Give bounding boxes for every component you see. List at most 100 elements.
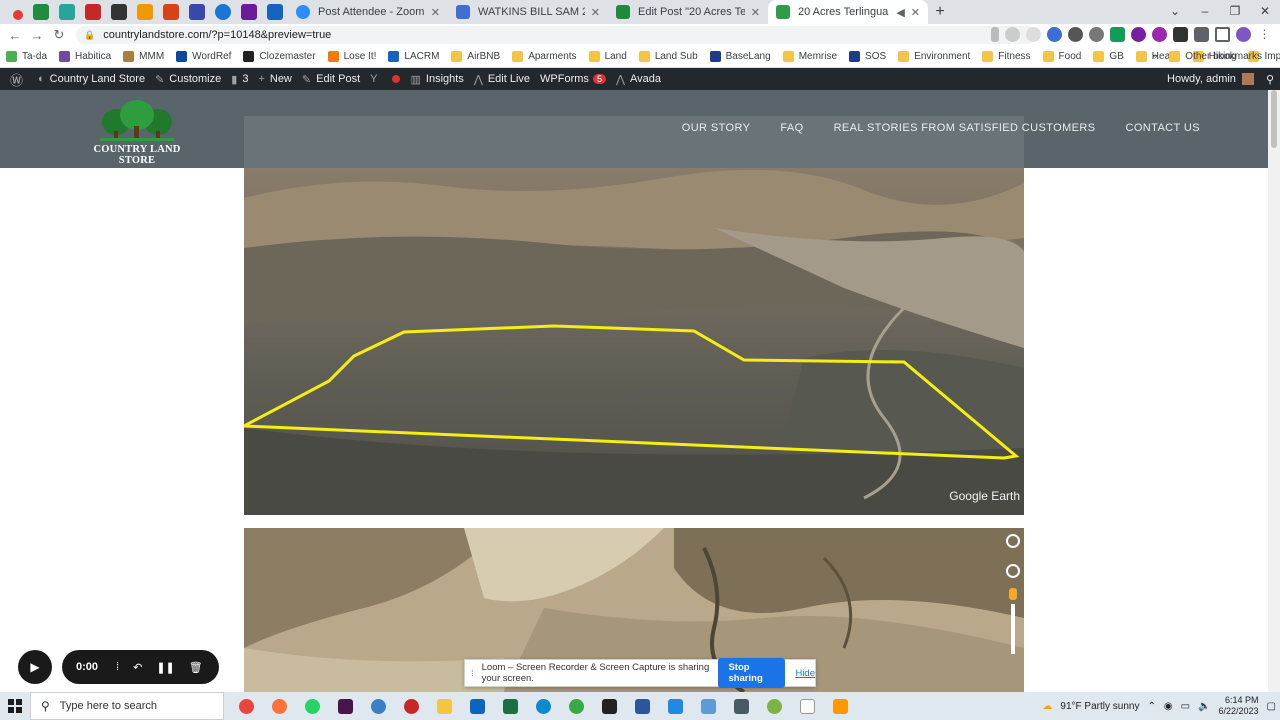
comments-link[interactable]: ▮ 3 xyxy=(231,73,248,86)
other-bookmarks-folder[interactable]: Other bookmarks xyxy=(1169,51,1262,62)
more-bookmarks-button[interactable]: » xyxy=(1152,51,1158,62)
calculator-app-icon[interactable] xyxy=(725,692,758,720)
trash-icon[interactable]: 🗑 xyxy=(189,661,203,674)
close-tab-icon[interactable]: ✕ xyxy=(591,6,600,19)
drawing-tool-icon[interactable]: ⁞ xyxy=(116,661,119,673)
slack-app-icon[interactable] xyxy=(329,692,362,720)
pinned-tab-icon[interactable] xyxy=(13,10,23,20)
bookmark-item[interactable]: AirBNB xyxy=(451,51,500,62)
bookmark-item[interactable]: Aparments xyxy=(512,51,577,62)
notifications-icon[interactable]: ▢ xyxy=(1267,701,1276,712)
customize-link[interactable]: ✎ Customize xyxy=(155,73,221,86)
start-button[interactable] xyxy=(0,699,30,713)
bookmark-item[interactable]: Memrise xyxy=(782,51,837,62)
bookmark-item[interactable]: MMM xyxy=(123,51,164,62)
location-icon[interactable]: ◉ xyxy=(1164,701,1173,712)
word-app-icon[interactable] xyxy=(626,692,659,720)
pinned-tab-icon[interactable] xyxy=(163,4,179,20)
reload-icon[interactable]: ↻ xyxy=(48,27,70,43)
bookmark-item[interactable]: Land Sub xyxy=(638,51,698,62)
outlook-app-icon[interactable] xyxy=(461,692,494,720)
file-explorer-icon[interactable] xyxy=(428,692,461,720)
zoom-slider[interactable] xyxy=(1011,604,1015,654)
extension-icon[interactable] xyxy=(1089,27,1104,42)
bookmark-item[interactable]: SOS xyxy=(849,51,886,62)
tilt-control-icon[interactable] xyxy=(1006,564,1020,578)
edit-live-link[interactable]: ⋀ Edit Live xyxy=(474,73,530,86)
network-icon[interactable]: ▭ xyxy=(1181,701,1190,712)
weather-text[interactable]: 91°F Partly sunny xyxy=(1060,701,1139,712)
street-view-pegman-icon[interactable] xyxy=(1009,588,1017,600)
close-window-icon[interactable]: ✕ xyxy=(1250,0,1280,22)
pinned-tab-icon[interactable] xyxy=(215,4,231,20)
howdy-admin-link[interactable]: Howdy, admin xyxy=(1167,73,1236,85)
edit-post-link[interactable]: ✎ Edit Post xyxy=(302,73,360,86)
pinned-tab-sheets-icon[interactable] xyxy=(33,4,49,20)
nav-contact-us[interactable]: CONTACT US xyxy=(1126,122,1201,134)
pinned-tab-icon[interactable] xyxy=(137,4,153,20)
bookmark-item[interactable]: Land xyxy=(588,51,627,62)
profile-avatar[interactable] xyxy=(1236,27,1251,42)
chevron-up-icon[interactable]: ⌃ xyxy=(1147,701,1155,712)
edge-app-icon[interactable] xyxy=(527,692,560,720)
extension-icon[interactable] xyxy=(1131,27,1146,42)
bookmark-item[interactable]: Fitness xyxy=(982,51,1031,62)
wordpress-logo-icon[interactable]: Ⓦ xyxy=(10,70,28,89)
wpforms-link[interactable]: WPForms 5 xyxy=(540,73,606,85)
clock[interactable]: 6:14 PM 6/22/2023 xyxy=(1219,695,1259,717)
app-icon[interactable] xyxy=(758,692,791,720)
mute-tab-icon[interactable]: ◀ xyxy=(896,6,904,19)
kebab-menu-icon[interactable]: ⋮ xyxy=(1257,27,1272,42)
back-icon[interactable]: ← xyxy=(4,28,26,43)
search-icon[interactable]: ⚲ xyxy=(1266,73,1274,86)
avatar[interactable] xyxy=(1241,73,1254,85)
tab-active-preview[interactable]: 20 Acres Terlingua Ranch Te ◀ ✕ xyxy=(768,0,928,24)
tab-watkins[interactable]: WATKINS BILL SAM 20 Acres Bre ✕ xyxy=(448,0,608,24)
app-icon[interactable] xyxy=(659,692,692,720)
page-scrollbar[interactable] xyxy=(1268,90,1280,692)
bookmark-item[interactable]: Environment xyxy=(898,51,970,62)
puzzle-icon[interactable] xyxy=(1194,27,1209,42)
app-icon[interactable] xyxy=(560,692,593,720)
bookmark-item[interactable]: Lose It! xyxy=(327,51,376,62)
bookmark-item[interactable]: Clozemaster xyxy=(243,51,316,62)
whatsapp-app-icon[interactable] xyxy=(296,692,329,720)
pinned-tab-icon[interactable] xyxy=(59,4,75,20)
bookmark-item[interactable]: WordRef xyxy=(176,51,231,62)
scrollbar-thumb[interactable] xyxy=(1271,90,1277,148)
taskbar-search-box[interactable]: ⚲ Type here to search xyxy=(30,692,224,720)
lock-icon[interactable]: 🔒 xyxy=(84,30,95,41)
pinned-tab-icon[interactable] xyxy=(85,4,101,20)
notepad-app-icon[interactable] xyxy=(791,692,824,720)
firefox-app-icon[interactable] xyxy=(263,692,296,720)
new-content-link[interactable]: + New xyxy=(258,73,291,85)
minimize-icon[interactable]: – xyxy=(1190,0,1220,22)
tab-edit-post[interactable]: Edit Post "20 Acres Terlingua Ran ✕ xyxy=(608,0,768,24)
bookmark-item[interactable]: Ta-da xyxy=(6,51,47,62)
site-name-link[interactable]: ◐ Country Land Store xyxy=(38,73,145,85)
bookmark-item[interactable]: LACRM xyxy=(388,51,439,62)
extension-icon[interactable] xyxy=(1152,27,1167,42)
mic-icon[interactable] xyxy=(991,27,999,42)
sidebar-icon[interactable] xyxy=(1215,27,1230,42)
weather-icon[interactable]: ☁ xyxy=(1042,701,1052,712)
bookmark-item[interactable]: Food xyxy=(1042,51,1081,62)
star-icon[interactable] xyxy=(1026,27,1041,42)
pinned-tab-icon[interactable] xyxy=(241,4,257,20)
new-tab-button[interactable]: + xyxy=(928,3,952,21)
yoast-seo-icon[interactable]: Y xyxy=(370,73,382,85)
pinned-tab-icon[interactable] xyxy=(111,4,127,20)
bookmark-item[interactable]: Habitica xyxy=(59,51,111,62)
volume-icon[interactable]: 🔈 xyxy=(1198,701,1210,712)
site-logo[interactable]: COUNTRY LAND STORE xyxy=(78,100,196,166)
avada-link[interactable]: ⋀ Avada xyxy=(616,73,661,86)
tab-search-icon[interactable]: ⌄ xyxy=(1160,0,1190,22)
app-icon[interactable] xyxy=(824,692,857,720)
close-tab-icon[interactable]: ✕ xyxy=(751,6,760,19)
drag-handle-icon[interactable]: ⁞ xyxy=(471,668,474,679)
app-icon[interactable] xyxy=(395,692,428,720)
maximize-icon[interactable]: ❐ xyxy=(1220,0,1250,22)
undo-icon[interactable]: ↶ xyxy=(133,661,142,674)
close-tab-icon[interactable]: ✕ xyxy=(431,6,440,19)
close-tab-icon[interactable]: ✕ xyxy=(911,6,920,19)
